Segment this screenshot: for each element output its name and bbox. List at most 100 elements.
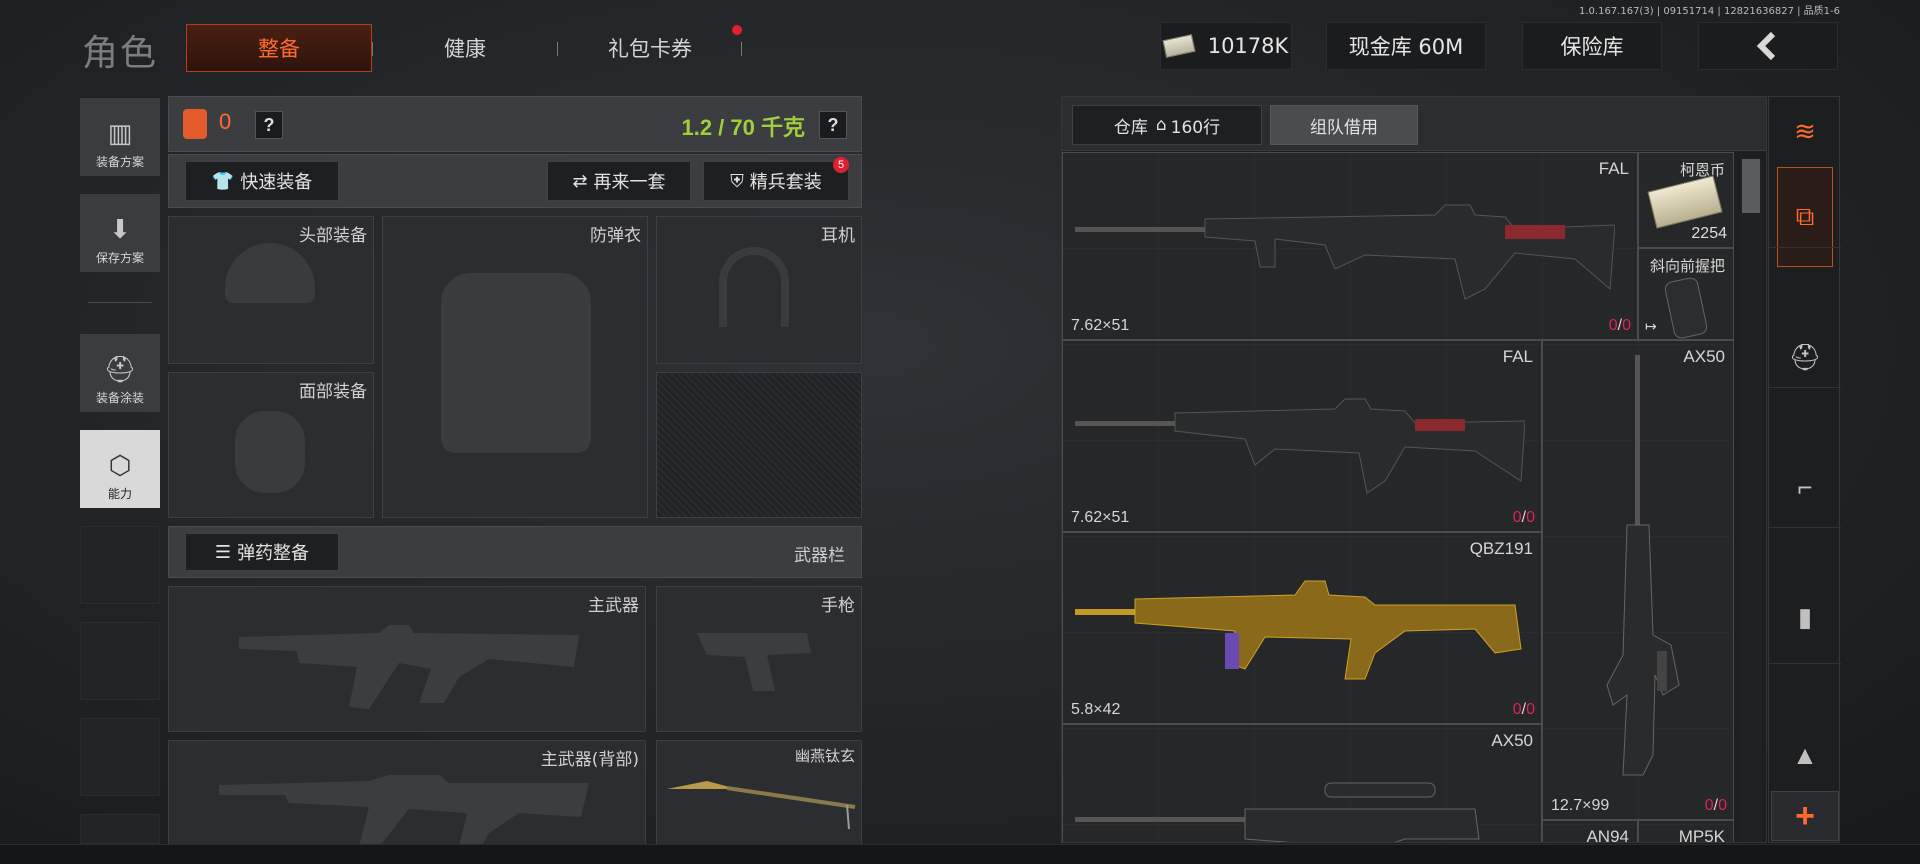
- quick-equip-button[interactable]: 👕 快速装备: [185, 161, 339, 201]
- item-caliber: 5.8×42: [1071, 701, 1121, 718]
- inventory-item-an94[interactable]: AN94: [1542, 820, 1638, 842]
- tab-divider: [741, 42, 742, 56]
- weight-help-button[interactable]: ?: [819, 111, 847, 139]
- item-durability: 0/0: [1512, 509, 1535, 526]
- inventory-item-fal[interactable]: FAL 7.62×51 0/0: [1062, 340, 1542, 532]
- warehouse-tabs: 仓库 ⌂ 160行 组队借用: [1062, 97, 1766, 151]
- head-slot[interactable]: 头部装备: [168, 216, 374, 364]
- sidebar-divider: [88, 302, 152, 303]
- version-text: 1.0.167.167(3) | 09151714 | 12821636827 …: [1579, 6, 1840, 17]
- tab-divider: [557, 42, 558, 56]
- inventory-item-coin[interactable]: 柯恩币 2254: [1638, 152, 1734, 248]
- warehouse-panel: 仓库 ⌂ 160行 组队借用 FAL 7.62×51 0/0 柯恩币 2254 …: [1061, 96, 1767, 843]
- face-slot[interactable]: 面部装备: [168, 372, 374, 518]
- item-caliber: 7.62×51: [1071, 317, 1130, 334]
- armor-icon: [183, 109, 207, 139]
- warehouse-rows: 160行: [1170, 117, 1221, 138]
- loadout-actions: 👕 快速装备 ⇄ 再来一套 ⛨ 精兵套装 5: [168, 154, 862, 208]
- item-durability: 0/0: [1704, 797, 1727, 814]
- item-name: QBZ191: [1469, 539, 1533, 558]
- quick-equip-label: 快速装备: [240, 172, 313, 193]
- pistol-slot[interactable]: 手枪: [656, 586, 862, 732]
- inventory-item-fal[interactable]: FAL 7.62×51 0/0: [1062, 152, 1638, 340]
- tab-team-borrow[interactable]: 组队借用: [1270, 105, 1418, 145]
- sidebar-empty-slot: [80, 622, 160, 700]
- magazine-filter-icon[interactable]: ▮: [1769, 587, 1841, 647]
- earphone-slot[interactable]: 耳机: [656, 216, 862, 364]
- item-durability: 0/0: [1512, 701, 1535, 718]
- inventory-item-mp5k[interactable]: MP5K: [1638, 820, 1734, 842]
- another-set-button[interactable]: ⇄ 再来一套: [547, 161, 691, 201]
- scrollbar-thumb[interactable]: [1742, 159, 1760, 213]
- primary-weapon-slot[interactable]: 主武器: [168, 586, 646, 732]
- shield-icon: ⛨: [730, 170, 744, 192]
- page-title: 角色: [82, 33, 159, 74]
- layers-refresh-icon[interactable]: ≋: [1769, 103, 1841, 159]
- all-items-filter-button[interactable]: ⧉: [1777, 167, 1833, 267]
- vest-slot[interactable]: 防弹衣: [382, 216, 648, 518]
- slot-label: 头部装备: [299, 226, 367, 246]
- elite-set-label: 精兵套装: [749, 172, 822, 193]
- chevron-left-icon: [1756, 31, 1776, 61]
- plus-icon: +: [1795, 796, 1815, 835]
- tab-warehouse[interactable]: 仓库 ⌂ 160行: [1072, 105, 1262, 145]
- slot-label: 耳机: [821, 226, 855, 246]
- shirt-icon: 👕: [211, 170, 235, 192]
- ammo-equip-label: 弹药整备: [237, 543, 310, 564]
- gold-rifle-icon: [1075, 580, 1522, 680]
- rail-divider: [1769, 527, 1841, 528]
- rifle-filter-icon[interactable]: ⌐: [1769, 457, 1841, 517]
- headset-silhouette-icon: [719, 247, 789, 327]
- back-button[interactable]: [1698, 22, 1838, 70]
- tab-health[interactable]: 健康: [400, 24, 530, 72]
- item-name: 斜向前握把: [1649, 258, 1725, 275]
- safe-button[interactable]: 保险库: [1522, 22, 1662, 70]
- help-button[interactable]: ?: [255, 111, 283, 139]
- melee-slot[interactable]: 幽燕钛玄: [656, 740, 862, 846]
- tab-equip[interactable]: 整备: [186, 24, 372, 72]
- vest-silhouette-icon: [441, 273, 591, 453]
- elite-set-button[interactable]: ⛨ 精兵套装: [703, 161, 849, 201]
- money-display[interactable]: 10178K: [1160, 22, 1292, 70]
- inventory-item-ax50[interactable]: AX50: [1062, 724, 1542, 842]
- item-count: 2254: [1691, 225, 1727, 242]
- primary-back-slot[interactable]: 主武器(背部): [168, 740, 646, 847]
- slot-label: 主武器(背部): [540, 750, 639, 770]
- inventory-item-qbz191[interactable]: QBZ191 5.8×42 0/0: [1062, 532, 1542, 724]
- slot-label: 幽燕钛玄: [794, 747, 855, 765]
- sidebar-item-skins[interactable]: ⛑ 装备涂装: [80, 334, 160, 412]
- pistol-silhouette-icon: [697, 633, 811, 691]
- item-name: FAL: [1502, 347, 1533, 366]
- slot-label: 防弹衣: [590, 226, 641, 246]
- rail-divider: [1769, 663, 1841, 664]
- sidebar-item-ability[interactable]: ⬡ 能力: [80, 430, 160, 508]
- item-name: FAL: [1598, 159, 1629, 178]
- helmet-filter-icon[interactable]: ⛑: [1769, 327, 1841, 387]
- sidebar-item-loadout-plans[interactable]: ▥ 装备方案: [80, 98, 160, 176]
- warehouse-scrollbar[interactable]: [1740, 157, 1762, 842]
- ammo-filter-icon[interactable]: ▲: [1769, 725, 1841, 785]
- ammo-equip-button[interactable]: ☰ 弹药整备: [185, 533, 339, 571]
- sidebar-item-save-plan[interactable]: ⬇ 保存方案: [80, 194, 160, 272]
- rail-divider: [1769, 247, 1841, 248]
- sidebar-empty-slot: [80, 526, 160, 604]
- sidebar-empty-slot: [80, 718, 160, 796]
- sidebar-item-label: 装备涂装: [95, 391, 144, 405]
- rail-divider: [1769, 387, 1841, 388]
- inventory-item-ax50[interactable]: AX50 12.7×99 0/0: [1542, 340, 1734, 820]
- gas-mask-silhouette-icon: [235, 411, 305, 493]
- sidebar-item-label: 保存方案: [95, 251, 144, 265]
- add-filter-button[interactable]: +: [1771, 791, 1839, 841]
- weapon-section-header: ☰ 弹药整备 武器栏: [168, 526, 862, 578]
- helmet-icon: ⛑: [103, 355, 137, 385]
- spear-icon: [667, 781, 856, 830]
- slot-label: 手枪: [821, 596, 855, 616]
- inventory-item-grip[interactable]: 斜向前握把 ↦: [1638, 248, 1734, 340]
- sidebar-item-label: 能力: [107, 487, 132, 501]
- refresh-icon: ⇄: [572, 170, 588, 192]
- cash-vault-button[interactable]: 现金库 60M: [1326, 22, 1486, 70]
- fal-rifle-icon: [1075, 204, 1615, 300]
- coin-stack-icon: [1647, 175, 1723, 229]
- tab-gift-cards[interactable]: 礼包卡券: [580, 24, 720, 72]
- home-icon: ⌂: [1155, 115, 1167, 135]
